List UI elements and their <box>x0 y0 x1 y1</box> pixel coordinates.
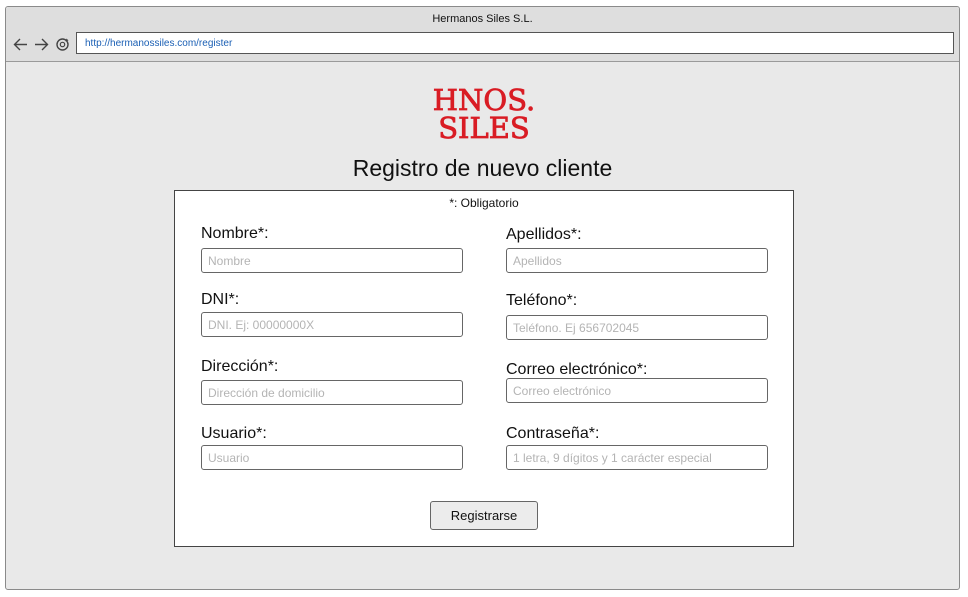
nombre-label: Nombre*: <box>201 225 269 242</box>
page-content: HNOS. SILES Registro de nuevo cliente *:… <box>6 62 959 589</box>
dni-label: DNI*: <box>201 291 240 308</box>
contrasena-label: Contraseña*: <box>506 425 600 442</box>
window-title: Hermanos Siles S.L. <box>6 7 959 31</box>
telefono-label: Teléfono*: <box>506 292 578 309</box>
direccion-label: Dirección*: <box>201 358 279 375</box>
logo-line-2: SILES <box>438 111 530 142</box>
register-button[interactable]: Registrarse <box>430 501 538 530</box>
telefono-input[interactable] <box>506 315 768 340</box>
browser-window: Hermanos Siles S.L. HNOS. SILES Registro… <box>5 6 960 590</box>
apellidos-label: Apellidos*: <box>506 226 582 243</box>
usuario-input[interactable] <box>201 445 463 470</box>
reload-icon[interactable] <box>54 36 71 53</box>
direccion-input[interactable] <box>201 380 463 405</box>
nombre-input[interactable] <box>201 248 463 273</box>
required-note: *: Obligatorio <box>449 196 519 210</box>
address-bar[interactable] <box>76 32 954 54</box>
browser-toolbar <box>6 31 959 62</box>
company-logo: HNOS. SILES <box>432 82 536 142</box>
dni-input[interactable] <box>201 312 463 337</box>
correo-label: Correo electrónico*: <box>506 361 648 378</box>
usuario-label: Usuario*: <box>201 425 267 442</box>
apellidos-input[interactable] <box>506 248 768 273</box>
page-title: Registro de nuevo cliente <box>352 155 613 181</box>
registration-form: *: Obligatorio Nombre*: Apellidos*: DNI*… <box>174 190 794 547</box>
back-arrow-icon[interactable] <box>12 36 29 53</box>
forward-arrow-icon[interactable] <box>33 36 50 53</box>
correo-input[interactable] <box>506 378 768 403</box>
contrasena-input[interactable] <box>506 445 768 470</box>
